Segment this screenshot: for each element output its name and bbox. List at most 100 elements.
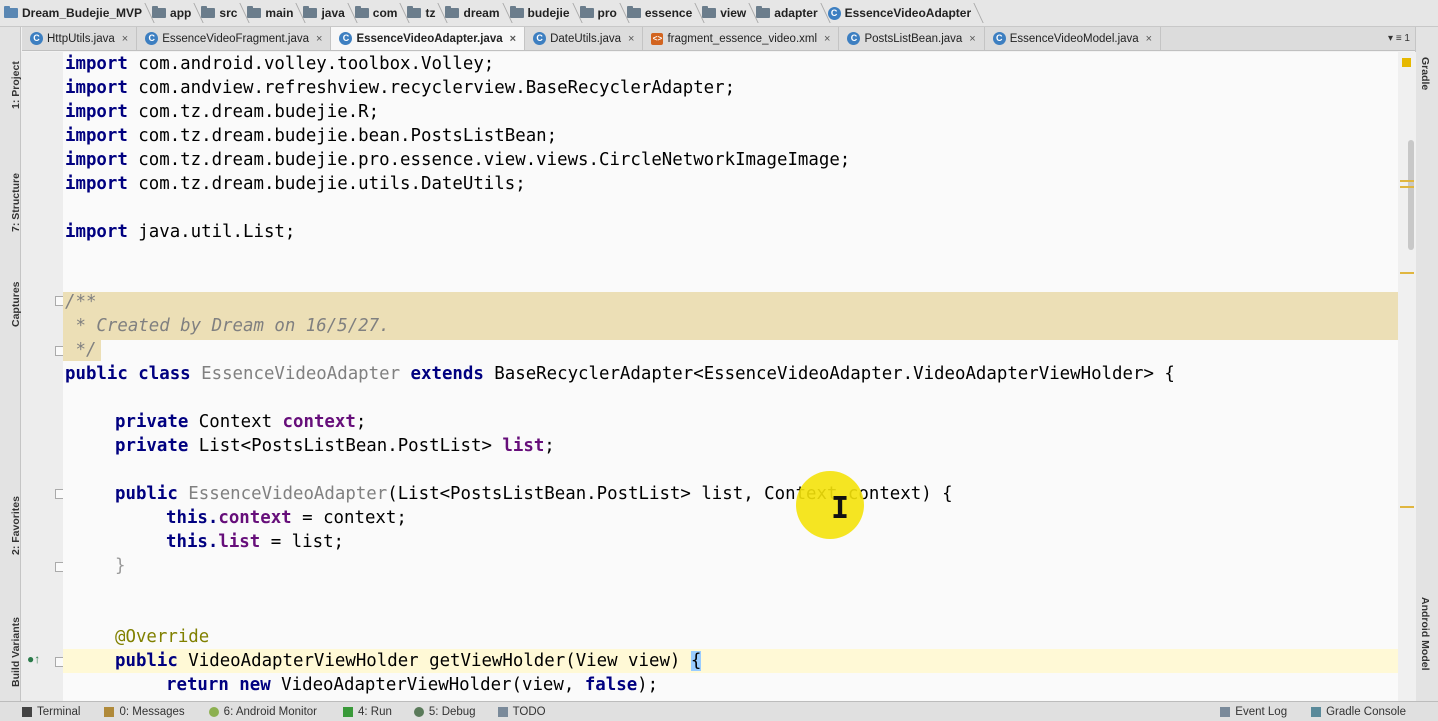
code-text: ; — [544, 436, 555, 456]
package-icon — [626, 6, 641, 18]
keyword: import — [65, 102, 128, 122]
run-label: 4: Run — [358, 705, 392, 718]
breadcrumb-label: EssenceVideoAdapter — [844, 6, 972, 20]
package-icon — [445, 6, 460, 18]
field-name: context — [282, 412, 356, 432]
terminal-icon — [22, 706, 32, 717]
breadcrumb-item[interactable]: java — [299, 0, 350, 27]
override-method-icon[interactable]: ●↑ — [27, 652, 40, 666]
code-text: com.tz.dream.budejie.bean.PostsListBean; — [127, 126, 558, 146]
todo-icon — [497, 706, 508, 717]
close-tab-icon[interactable]: × — [969, 33, 975, 45]
android-monitor-button[interactable]: 6: Android Monitor — [208, 706, 317, 718]
code-text: VideoAdapterViewHolder(view, — [281, 675, 585, 695]
close-tab-icon[interactable]: × — [1146, 33, 1152, 45]
code-editor[interactable]: import com.android.volley.toolbox.Volley… — [63, 52, 1416, 701]
breadcrumb-label: java — [321, 6, 345, 20]
event-log-icon — [1220, 706, 1231, 717]
android-icon — [208, 706, 219, 717]
breadcrumb-item[interactable]: C EssenceVideoAdapter — [824, 0, 978, 27]
gradle-console-button[interactable]: Gradle Console — [1311, 706, 1406, 718]
code-text: java.util.List; — [127, 222, 296, 242]
tab-label: EssenceVideoAdapter.java — [356, 32, 503, 45]
editor-tab[interactable]: C PostsListBean.java × — [839, 27, 985, 50]
terminal-button[interactable]: Terminal — [22, 706, 80, 718]
breadcrumb-item[interactable]: src — [197, 0, 243, 27]
android-model-tool-button[interactable]: Android Model — [1419, 597, 1431, 671]
gradle-tool-button[interactable]: Gradle — [1419, 57, 1431, 90]
editor-tab[interactable]: C EssenceVideoModel.java × — [985, 27, 1162, 50]
close-tab-icon[interactable]: × — [316, 33, 322, 45]
code-text: com.tz.dream.budejie.pro.essence.view.vi… — [127, 150, 851, 170]
keyword: extends — [400, 364, 495, 384]
debug-button[interactable]: 5: Debug — [413, 705, 476, 718]
breadcrumb-item[interactable]: budejie — [506, 0, 576, 27]
close-tab-icon[interactable]: × — [122, 33, 128, 45]
keyword: private — [115, 436, 199, 456]
close-tab-icon[interactable]: × — [628, 33, 634, 45]
constructor-name: EssenceVideoAdapter — [188, 484, 388, 504]
warning-marker[interactable] — [1400, 186, 1414, 188]
breadcrumb-label: budejie — [527, 6, 570, 20]
breadcrumb-item[interactable]: pro — [576, 0, 623, 27]
breadcrumb-item[interactable]: tz — [403, 0, 441, 27]
class-icon: C — [827, 6, 841, 20]
error-stripe[interactable] — [1398, 52, 1416, 701]
breadcrumb-item[interactable]: adapter — [752, 0, 823, 27]
left-tool-window-strip: 1: Project 7: Structure Captures 2: Favo… — [0, 27, 22, 701]
tab-overflow-button[interactable]: ▾ ≡ 1 — [1388, 33, 1416, 44]
code-text: (List<PostsListBean.PostList> list, Cont… — [387, 484, 953, 504]
messages-label: 0: Messages — [119, 705, 185, 718]
keyword: import — [65, 222, 128, 242]
breadcrumb-item[interactable]: dream — [441, 0, 505, 27]
warning-marker[interactable] — [1400, 180, 1414, 182]
warning-marker[interactable] — [1400, 272, 1414, 274]
field-name: list — [218, 532, 261, 552]
editor-tab[interactable]: C EssenceVideoAdapter.java × — [331, 27, 526, 50]
package-icon — [579, 6, 594, 18]
todo-button[interactable]: TODO — [497, 706, 546, 718]
keyword: import — [65, 150, 128, 170]
navigation-breadcrumb: Dream_Budejie_MVP app src main java com tz drea… — [0, 0, 1438, 27]
debug-label: 5: Debug — [428, 705, 476, 718]
tool-window-bar: Terminal 0: Messages 6: Android Monitor … — [0, 701, 1438, 721]
class-icon: C — [992, 32, 1006, 45]
closing-brace: } — [115, 556, 126, 576]
editor-gutter[interactable]: ●↑ — [21, 52, 65, 701]
folder-icon — [247, 6, 262, 18]
keyword: private — [115, 412, 199, 432]
breadcrumb-label: dream — [463, 6, 500, 20]
breadcrumb-item[interactable]: Dream_Budejie_MVP — [0, 0, 148, 27]
keyword: this. — [166, 508, 219, 528]
messages-button[interactable]: 0: Messages — [104, 705, 185, 718]
field-name: context — [218, 508, 292, 528]
doc-comment-line: */ — [65, 340, 97, 360]
breadcrumb-item[interactable]: main — [243, 0, 299, 27]
code-text: = context; — [291, 508, 407, 528]
run-button[interactable]: 4: Run — [343, 706, 392, 718]
folder-icon — [152, 6, 167, 18]
close-tab-icon[interactable]: × — [824, 33, 830, 45]
breadcrumb-label: essence — [644, 6, 693, 20]
warning-marker[interactable] — [1400, 506, 1414, 508]
breadcrumb-item[interactable]: app — [148, 0, 197, 27]
breadcrumb-item[interactable]: essence — [623, 0, 698, 27]
breadcrumb-item[interactable]: view — [698, 0, 752, 27]
editor-tab[interactable]: C EssenceVideoFragment.java × — [137, 27, 332, 50]
breadcrumb-label: tz — [425, 6, 436, 20]
breadcrumb-label: app — [170, 6, 192, 20]
tab-label: DateUtils.java — [550, 32, 622, 45]
editor-tab[interactable]: <> fragment_essence_video.xml × — [643, 27, 840, 50]
class-icon: C — [30, 32, 43, 45]
breadcrumb-label: Dream_Budejie_MVP — [22, 6, 143, 20]
close-tab-icon[interactable]: × — [510, 33, 516, 45]
breadcrumb-label: main — [265, 6, 294, 20]
scrollbar-thumb[interactable] — [1408, 140, 1414, 250]
analysis-status-icon — [1402, 58, 1411, 67]
tab-label: EssenceVideoModel.java — [1009, 32, 1139, 45]
editor-tab[interactable]: C HttpUtils.java × — [22, 27, 138, 50]
code-text: com.tz.dream.budejie.utils.DateUtils; — [127, 174, 526, 194]
editor-tab[interactable]: C DateUtils.java × — [525, 27, 644, 50]
breadcrumb-item[interactable]: com — [351, 0, 404, 27]
event-log-button[interactable]: Event Log — [1220, 706, 1287, 718]
